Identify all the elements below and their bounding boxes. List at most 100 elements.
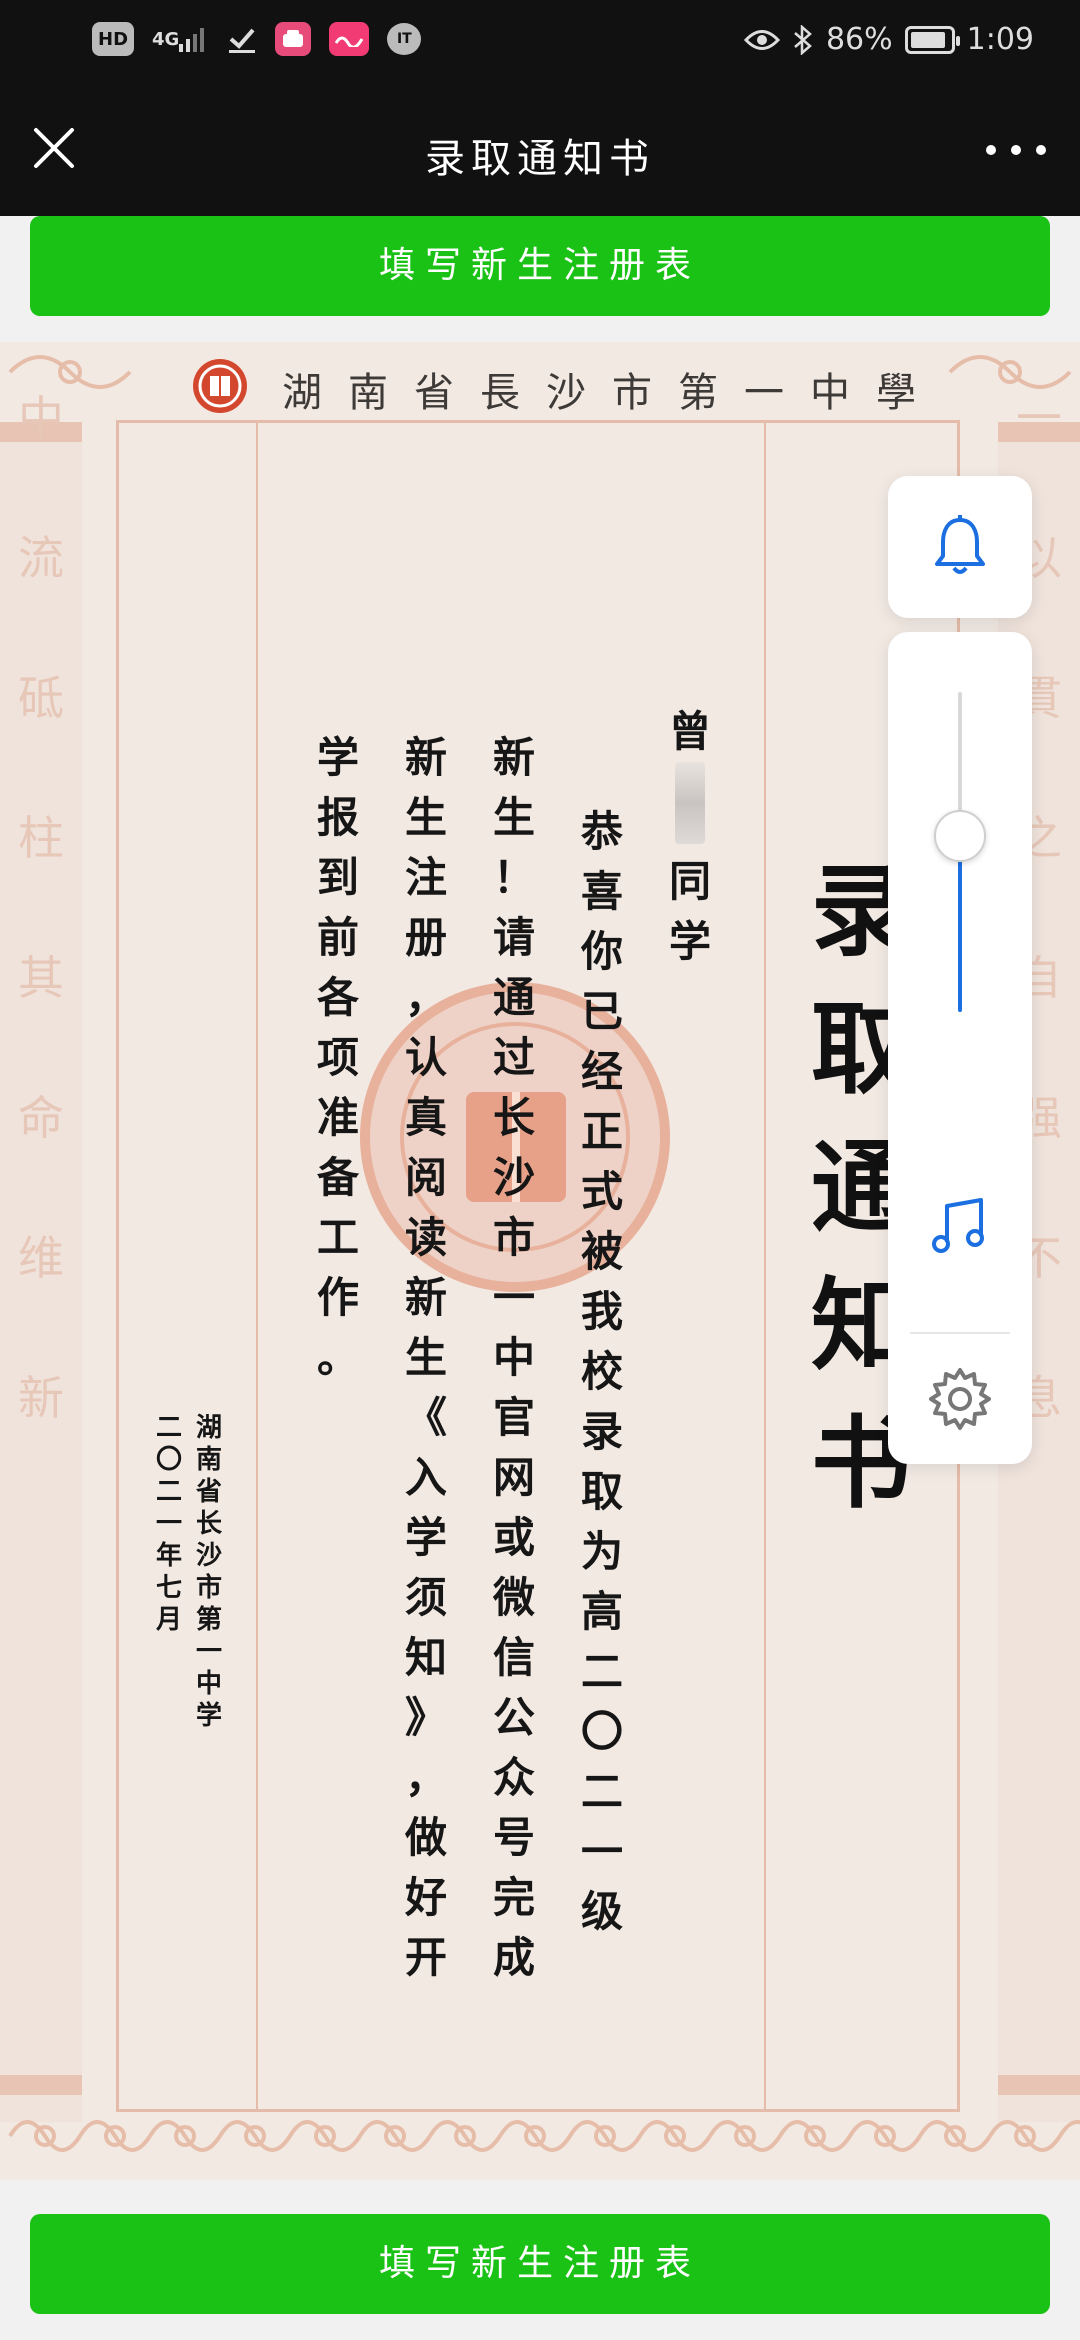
right-rule-bottom	[998, 2075, 1080, 2095]
vertical-char: 知	[404, 1633, 447, 1682]
vertical-char: ，	[404, 973, 447, 1022]
vertical-char: 新	[492, 733, 535, 782]
body-column-1: 恭喜你已经正式被我校录取为高二〇二一级	[572, 802, 632, 1942]
battery-percent: 86%	[825, 22, 893, 57]
redacted-name	[675, 762, 705, 844]
vertical-char: 微	[492, 1573, 535, 1622]
signature-date: 二〇二一年七月	[154, 1412, 184, 1636]
vertical-char: 〇	[580, 1707, 623, 1756]
bell-icon[interactable]	[925, 512, 995, 582]
battery-icon	[904, 25, 960, 54]
vertical-char: 校	[580, 1347, 623, 1396]
more-options-icon[interactable]	[986, 130, 1046, 170]
vertical-char: 中	[195, 1669, 222, 1699]
vertical-char: 长	[492, 1093, 535, 1142]
left-rule-bottom	[0, 2075, 82, 2095]
vertical-char: 众	[492, 1753, 535, 1802]
volume-slider-fill	[958, 836, 962, 1012]
media-control-panel	[888, 632, 1032, 1464]
vertical-char: 须	[404, 1573, 447, 1622]
vertical-char: 〇	[155, 1445, 182, 1475]
vertical-char: 网	[492, 1453, 535, 1502]
vertical-char: 作	[316, 1273, 359, 1322]
vertical-char: 到	[316, 853, 359, 902]
frame-inner-line-right	[764, 420, 766, 2112]
hd-icon: HD	[92, 22, 135, 56]
vertical-char: 完	[492, 1873, 535, 1922]
vertical-char: 中	[492, 1333, 535, 1382]
vertical-char: 工	[316, 1213, 359, 1262]
vertical-char: 《	[404, 1393, 447, 1442]
vertical-char: 式	[580, 1167, 623, 1216]
status-bar: HD 4G IT 86% 1:09	[0, 0, 1080, 86]
body-column-4: 学报到前各项准备工作。	[308, 728, 368, 1388]
vertical-char: 读	[404, 1213, 447, 1262]
vertical-char: 取	[580, 1467, 623, 1516]
left-motto-char: 命	[18, 1091, 64, 1145]
vertical-char: 二	[155, 1413, 182, 1443]
network-type: 4G	[152, 28, 180, 50]
school-name: 湖南省長沙市第一中學	[282, 370, 942, 416]
vertical-char: 我	[580, 1287, 623, 1336]
notification-card[interactable]	[888, 476, 1032, 618]
bluetooth-icon	[794, 24, 812, 55]
vertical-char: 新	[404, 733, 447, 782]
vertical-char: 已	[580, 987, 623, 1036]
vertical-char: 第	[195, 1605, 222, 1635]
vertical-char: 》	[404, 1693, 447, 1742]
vertical-char: 市	[195, 1573, 222, 1603]
vertical-char: 。	[316, 1333, 359, 1382]
suffix-char: 同	[668, 857, 711, 906]
vertical-char: 信	[492, 1633, 535, 1682]
vertical-char: 真	[404, 1093, 447, 1142]
vertical-char: 长	[195, 1509, 222, 1539]
volume-slider-knob[interactable]	[934, 810, 986, 862]
vertical-char: 一	[195, 1637, 222, 1667]
vertical-char: 过	[492, 1033, 535, 1082]
frame-inner-line-left	[256, 420, 258, 2112]
vertical-char: 一	[492, 1273, 535, 1322]
left-motto-char: 维	[18, 1231, 64, 1285]
recipient-suffix: 同学	[669, 852, 711, 972]
vertical-char: 报	[316, 793, 359, 842]
register-button-bottom[interactable]: 填写新生注册表	[30, 2214, 1050, 2314]
register-button-top[interactable]: 填写新生注册表	[30, 216, 1050, 316]
vertical-char: 生	[404, 1333, 447, 1382]
vertical-char: 二	[580, 1647, 623, 1696]
status-left-icons: HD 4G IT	[92, 22, 422, 56]
battery-fill	[910, 31, 945, 48]
page-title: 录取通知书	[425, 136, 655, 182]
vertical-char: 成	[492, 1933, 535, 1982]
title-bar: 录取通知书	[0, 86, 1080, 216]
vertical-char: 做	[404, 1813, 447, 1862]
music-icon[interactable]	[925, 1192, 995, 1262]
vertical-char: 备	[316, 1153, 359, 1202]
vertical-char: 年	[155, 1541, 182, 1571]
ornament-border-bottom	[8, 2120, 1080, 2152]
vertical-char: 湖	[195, 1413, 222, 1443]
vertical-char: 二	[155, 1477, 182, 1507]
vertical-char: 新	[404, 1273, 447, 1322]
vertical-char: 请	[492, 913, 535, 962]
vertical-char: 经	[580, 1047, 623, 1096]
app-icon-bilibili	[329, 22, 370, 56]
vertical-char: 号	[492, 1813, 535, 1862]
vertical-char: 生	[492, 793, 535, 842]
vertical-char: 录	[580, 1407, 623, 1456]
vertical-char: 一	[580, 1827, 623, 1876]
left-motto-char: 流	[18, 531, 64, 585]
vertical-char: 注	[404, 853, 447, 902]
network-label: 4G	[152, 22, 209, 56]
gear-icon[interactable]	[925, 1364, 995, 1434]
vertical-char: 开	[404, 1933, 447, 1982]
vertical-char: 册	[404, 913, 447, 962]
vertical-char: 你	[580, 927, 623, 976]
signal-icon	[179, 28, 205, 52]
vertical-char: 阅	[404, 1153, 447, 1202]
vertical-char: 正	[580, 1107, 623, 1156]
body-column-3: 新生注册，认真阅读新生《入学须知》，做好开	[396, 728, 456, 1988]
vertical-char: 入	[404, 1453, 447, 1502]
left-motto-char: 新	[18, 1371, 64, 1425]
vertical-char: 一	[155, 1509, 182, 1539]
vertical-char: ！	[492, 853, 535, 902]
